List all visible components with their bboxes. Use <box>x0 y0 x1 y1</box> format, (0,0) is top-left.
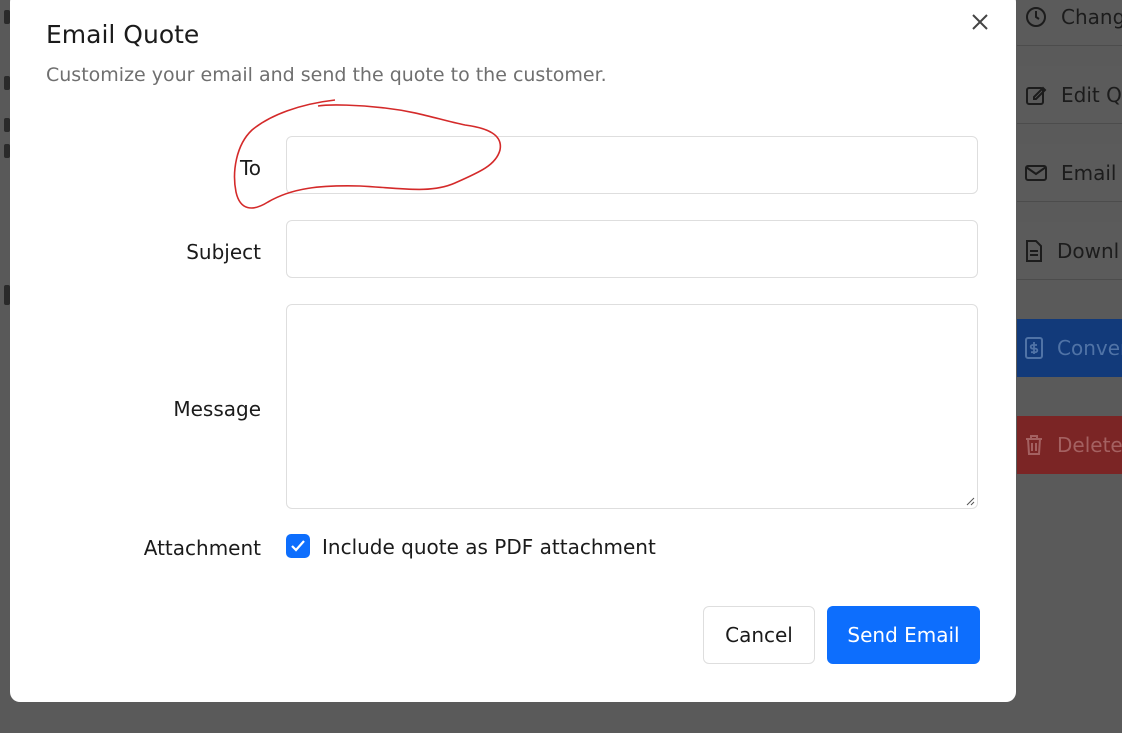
attachment-label: Attachment <box>143 536 261 560</box>
sidebar-item-convert[interactable]: Conver <box>1017 319 1122 377</box>
sidebar-item-email-quote[interactable]: Email Q <box>1017 144 1122 202</box>
sidebar-item-download[interactable]: Downl <box>1017 222 1122 280</box>
sidebar-item-edit-quote[interactable]: Edit Qu <box>1017 66 1122 124</box>
sidebar-item-label: Edit Qu <box>1061 82 1122 107</box>
attachment-checkbox-label[interactable]: Include quote as PDF attachment <box>322 535 656 559</box>
sidebar-item-label: Email Q <box>1061 160 1122 185</box>
to-input[interactable] <box>286 136 978 194</box>
close-button[interactable] <box>968 10 992 34</box>
sidebar-item-delete[interactable]: Delete <box>1017 416 1122 474</box>
checkmark-icon <box>291 540 305 552</box>
sidebar-item-label: Delete <box>1057 433 1122 457</box>
send-email-button[interactable]: Send Email <box>827 606 980 664</box>
document-icon <box>1026 239 1042 262</box>
modal-title: Email Quote <box>46 20 200 49</box>
attachment-checkbox[interactable] <box>286 534 310 558</box>
cancel-button[interactable]: Cancel <box>703 606 815 664</box>
message-label: Message <box>173 397 261 421</box>
message-textarea[interactable] <box>286 304 978 509</box>
background-left-edge <box>0 0 10 733</box>
email-quote-modal: Email Quote Customize your email and sen… <box>10 0 1016 702</box>
modal-subtitle: Customize your email and send the quote … <box>46 64 607 86</box>
sidebar-item-change[interactable]: Change <box>1017 0 1122 46</box>
envelope-icon <box>1025 164 1047 181</box>
edit-icon <box>1026 86 1047 105</box>
resize-grip-icon[interactable] <box>965 496 975 506</box>
subject-input[interactable] <box>286 220 978 278</box>
sidebar-item-label: Downl <box>1057 238 1120 263</box>
to-label: To <box>239 156 261 180</box>
clock-icon <box>1026 6 1046 27</box>
close-icon <box>972 14 988 30</box>
dollar-file-icon <box>1025 337 1043 359</box>
sidebar-item-label: Change <box>1061 4 1122 29</box>
subject-label: Subject <box>186 240 261 264</box>
trash-icon <box>1026 435 1042 455</box>
sidebar-item-label: Conver <box>1057 336 1122 360</box>
